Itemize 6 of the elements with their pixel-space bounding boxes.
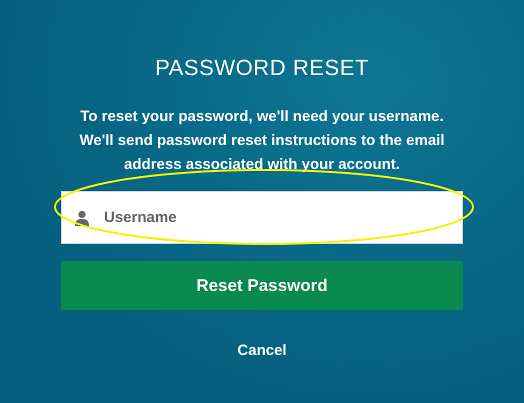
user-icon [74, 210, 90, 226]
cancel-link[interactable]: Cancel [237, 340, 287, 362]
username-field[interactable]: Username [61, 191, 463, 244]
instructions-text: To reset your password, we'll need your username. We'll send password reset instructions to the email address associated with your account. [78, 107, 446, 175]
reset-password-button[interactable]: Reset Password [61, 261, 463, 310]
page-title: PASSWORD RESET [155, 54, 369, 82]
